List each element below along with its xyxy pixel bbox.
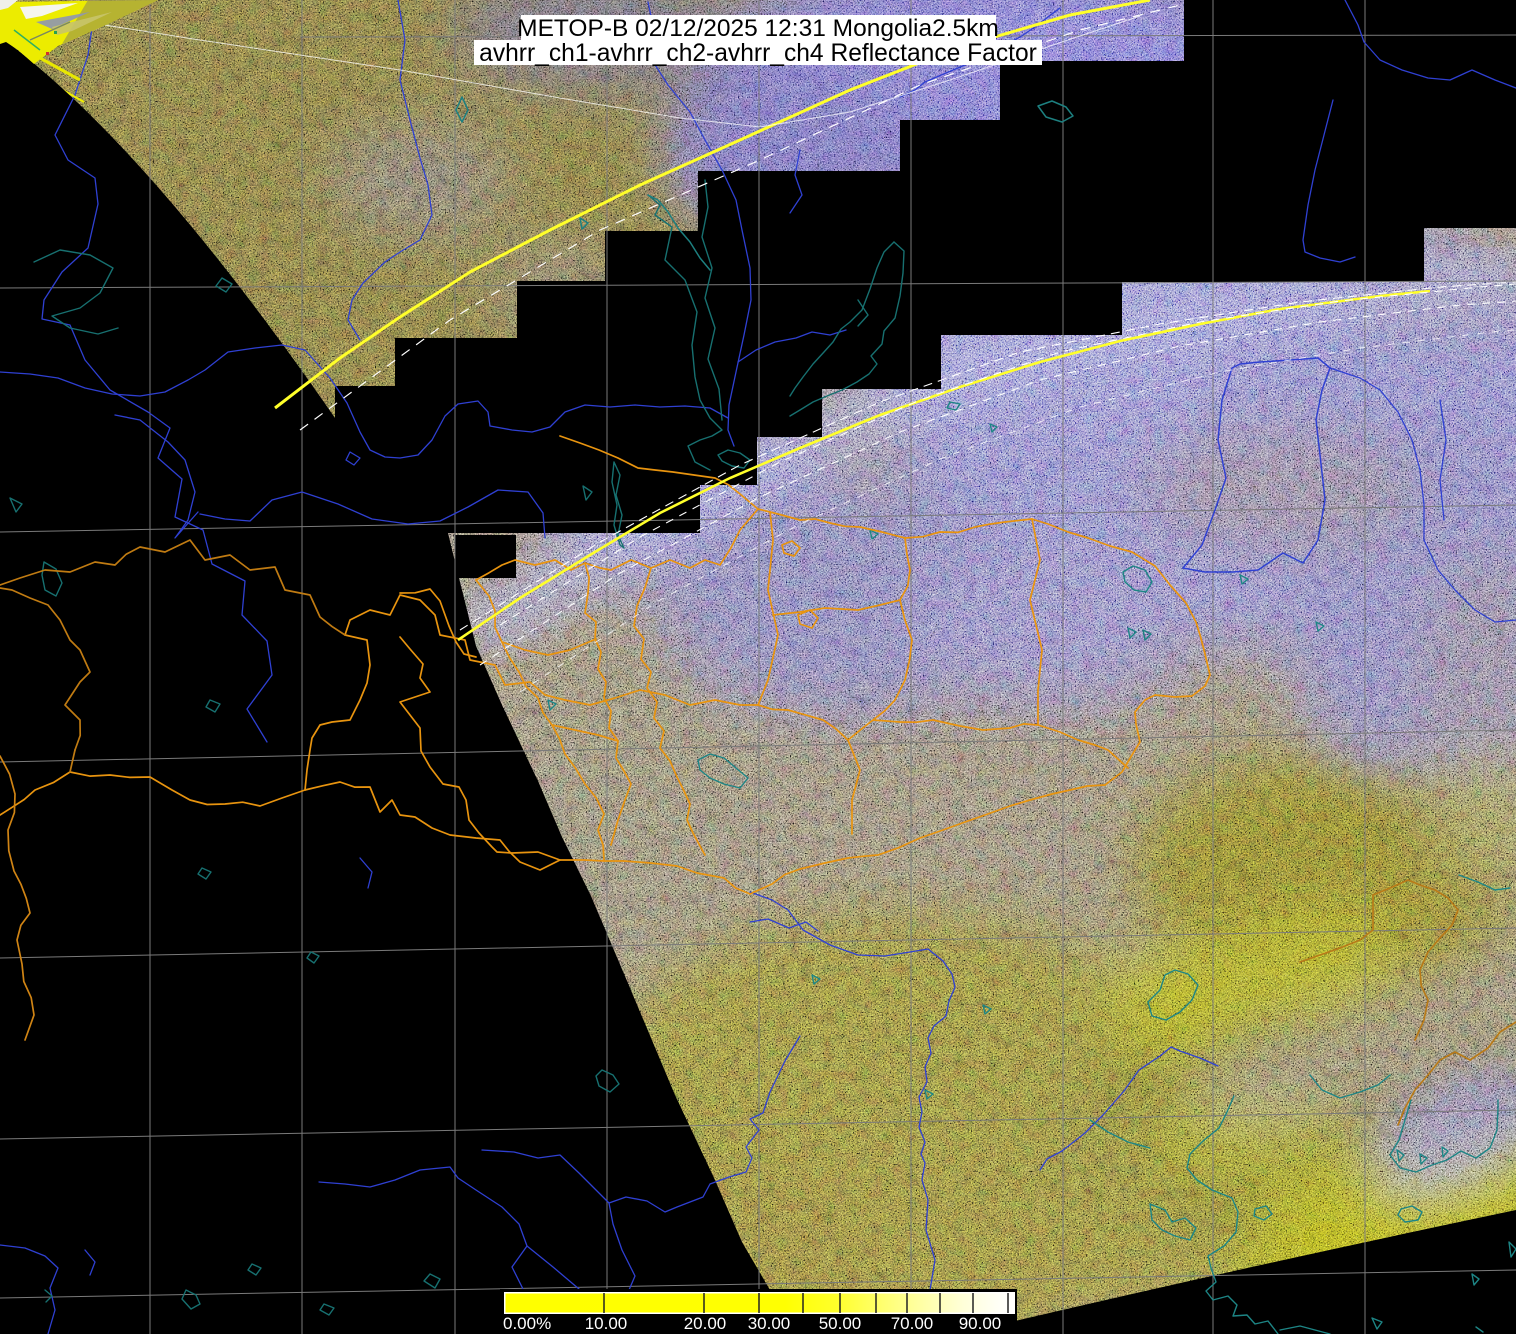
svg-text:METOP-B 02/12/2025 12:31 Mongo: METOP-B 02/12/2025 12:31 Mongolia2.5km: [517, 15, 999, 42]
svg-text:0.00%: 0.00%: [503, 1314, 551, 1333]
svg-text:10.00: 10.00: [585, 1314, 628, 1333]
svg-text:30.00: 30.00: [748, 1314, 791, 1333]
svg-text:50.00: 50.00: [819, 1314, 862, 1333]
svg-text:70.00: 70.00: [891, 1314, 934, 1333]
svg-text:avhrr_ch1-avhrr_ch2-avhrr_ch4: avhrr_ch1-avhrr_ch2-avhrr_ch4 Reflectanc…: [479, 40, 1037, 67]
svg-text:20.00: 20.00: [684, 1314, 727, 1333]
svg-text:90.00: 90.00: [959, 1314, 1002, 1333]
